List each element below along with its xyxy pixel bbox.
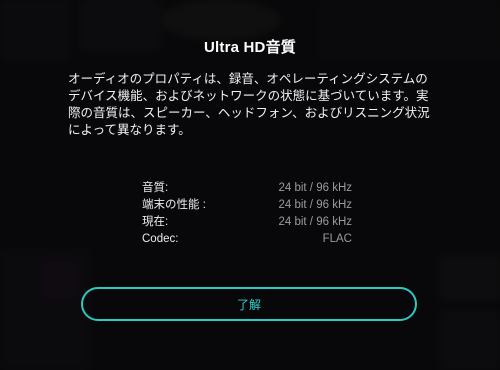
info-row-device: 端末の性能 : 24 bit / 96 kHz bbox=[142, 197, 352, 214]
dialog-title: Ultra HD音質 bbox=[203, 39, 296, 56]
ultra-hd-dialog: Ultra HD音質 オーディオのプロパティは、録音、オペレーティングシステムの… bbox=[0, 0, 500, 370]
info-value: FLAC bbox=[322, 233, 352, 245]
info-label: 端末の性能 : bbox=[142, 199, 206, 211]
info-label: Codec: bbox=[142, 233, 179, 245]
info-label: 現在: bbox=[142, 216, 169, 228]
info-row-current: 現在: 24 bit / 96 kHz bbox=[142, 214, 352, 231]
info-row-codec: Codec: FLAC bbox=[142, 231, 352, 248]
dialog-description: オーディオのプロパティは、録音、オペレーティングシステムのデバイス機能、およびネ… bbox=[68, 71, 430, 137]
info-row-quality: 音質: 24 bit / 96 kHz bbox=[142, 180, 352, 197]
info-label: 音質: bbox=[142, 182, 169, 194]
info-value: 24 bit / 96 kHz bbox=[278, 182, 352, 194]
audio-info-table: 音質: 24 bit / 96 kHz 端末の性能 : 24 bit / 96 … bbox=[142, 180, 352, 248]
ok-button[interactable]: 了解 bbox=[81, 287, 417, 321]
screen: Ultra HD音質 オーディオのプロパティは、録音、オペレーティングシステムの… bbox=[0, 0, 500, 370]
info-value: 24 bit / 96 kHz bbox=[278, 216, 352, 228]
info-value: 24 bit / 96 kHz bbox=[278, 199, 352, 211]
